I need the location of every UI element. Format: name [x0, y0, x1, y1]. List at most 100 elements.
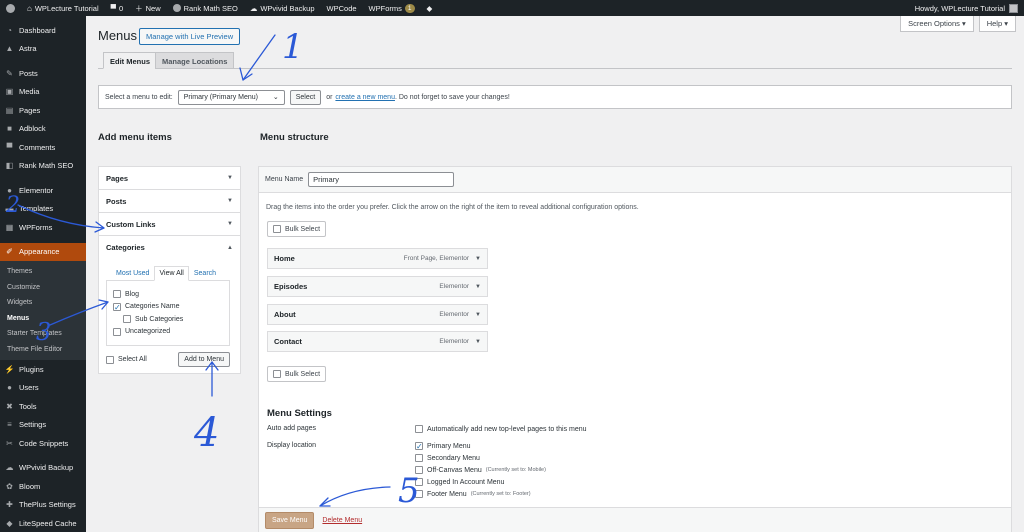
- accordion-posts[interactable]: Posts ▼: [99, 190, 240, 213]
- delete-menu-link[interactable]: Delete Menu: [322, 517, 362, 524]
- help-button[interactable]: Help ▾: [978, 16, 1016, 32]
- sidebar-item-dashboard[interactable]: ◔ Dashboard: [0, 21, 86, 40]
- submenu-theme-file-editor[interactable]: Theme File Editor: [0, 342, 86, 358]
- tab-edit-menus[interactable]: Edit Menus: [103, 52, 158, 69]
- triangle-down-icon[interactable]: ▼: [475, 256, 481, 262]
- menu-item-episodes[interactable]: Episodes Elementor ▼: [267, 276, 488, 297]
- tab-search[interactable]: Search: [189, 266, 221, 281]
- wordpress-logo-icon[interactable]: [0, 0, 21, 16]
- category-uncategorized[interactable]: Uncategorized: [113, 326, 223, 339]
- folder-icon: ▬: [5, 204, 14, 214]
- location-footer[interactable]: Footer Menu (Currently set to: Footer): [415, 490, 531, 498]
- checkbox[interactable]: [415, 478, 423, 486]
- bulk-select-top[interactable]: Bulk Select: [267, 221, 327, 237]
- adminbar-home-icon[interactable]: ⌂ WPLecture Tutorial: [21, 0, 105, 16]
- sidebar-item-wpforms[interactable]: ▦ WPForms: [0, 218, 86, 237]
- submenu-widgets[interactable]: Widgets: [0, 295, 86, 311]
- select-all-toggle[interactable]: Select All: [106, 353, 147, 366]
- checkbox[interactable]: [415, 466, 423, 474]
- live-preview-button[interactable]: Manage with Live Preview: [139, 28, 241, 45]
- checkbox[interactable]: [273, 370, 281, 378]
- checkbox[interactable]: [123, 315, 131, 324]
- select-button[interactable]: Select: [289, 89, 322, 105]
- triangle-down-icon[interactable]: ▼: [475, 339, 481, 345]
- accordion-pages[interactable]: Pages ▼: [99, 167, 240, 190]
- triangle-down-icon[interactable]: ▼: [475, 284, 481, 290]
- adminbar-new[interactable]: ＋ New: [129, 0, 167, 16]
- menu-item-about[interactable]: About Elementor ▼: [267, 304, 488, 325]
- adminbar-wpvivid[interactable]: ☁ WPvivid Backup: [244, 0, 321, 16]
- category-sub-categories[interactable]: Sub Categories: [113, 313, 223, 326]
- submenu-menus[interactable]: Menus: [0, 311, 86, 327]
- sidebar-item-theplus[interactable]: ✚ ThePlus Settings: [0, 496, 86, 515]
- diamond-icon[interactable]: ◆: [421, 0, 439, 16]
- checkbox[interactable]: [415, 454, 423, 462]
- menu-item-home[interactable]: Home Front Page, Elementor ▼: [267, 248, 488, 269]
- sidebar-item-litespeed[interactable]: ◆ LiteSpeed Cache: [0, 514, 86, 532]
- sidebar-item-templates[interactable]: ▬ Templates: [0, 200, 86, 219]
- location-off-canvas[interactable]: Off-Canvas Menu (Currently set to: Mobile…: [415, 466, 546, 474]
- location-primary[interactable]: ✓ Primary Menu: [415, 442, 471, 451]
- triangle-down-icon[interactable]: ▼: [475, 312, 481, 318]
- adminbar-comments[interactable]: ▀ 0: [105, 0, 130, 16]
- checkbox[interactable]: [273, 225, 281, 233]
- add-to-menu-button[interactable]: Add to Menu: [178, 352, 230, 367]
- submenu-customize[interactable]: Customize: [0, 280, 86, 296]
- accordion-categories[interactable]: Categories ▲: [99, 236, 240, 259]
- menu-item-contact[interactable]: Contact Elementor ▼: [267, 331, 488, 352]
- category-categories-name[interactable]: ✓ Categories Name: [113, 301, 223, 314]
- sidebar-item-rankmath[interactable]: ◧ Rank Math SEO: [0, 157, 86, 176]
- sidebar-item-appearance[interactable]: ✐ Appearance: [0, 242, 86, 261]
- menu-select-dropdown[interactable]: Primary (Primary Menu) ⌄: [177, 89, 285, 105]
- sidebar-item-comments[interactable]: ▀ Comments: [0, 138, 86, 157]
- checkbox[interactable]: [113, 290, 121, 299]
- sidebar-item-adblock[interactable]: ■ Adblock: [0, 120, 86, 139]
- tab-most-used[interactable]: Most Used: [111, 266, 154, 281]
- checkbox[interactable]: [113, 327, 121, 336]
- triangle-down-icon: ▼: [227, 175, 233, 181]
- screen-options-button[interactable]: Screen Options ▾: [900, 16, 974, 32]
- menu-name-input[interactable]: [308, 172, 455, 187]
- sidebar-item-wpvivid[interactable]: ☁ WPvivid Backup: [0, 459, 86, 478]
- sidebar-item-tools[interactable]: ✖ Tools: [0, 397, 86, 416]
- adminbar-wpforms[interactable]: WPForms 1: [363, 0, 421, 16]
- checkbox[interactable]: [106, 355, 114, 364]
- checkbox-checked[interactable]: ✓: [415, 442, 423, 451]
- auto-add-option[interactable]: Automatically add new top-level pages to…: [415, 425, 587, 433]
- location-logged-in-account[interactable]: Logged In Account Menu: [415, 478, 504, 486]
- adminbar-wpcode[interactable]: WPCode: [321, 0, 363, 16]
- accordion-custom-links[interactable]: Custom Links ▼: [99, 213, 240, 236]
- comment-icon: ▀: [110, 3, 116, 13]
- sidebar-item-settings[interactable]: ≡ Settings: [0, 416, 86, 435]
- add-menu-items-panel: Pages ▼ Posts ▼ Custom Links ▼ Categories ▲ …: [98, 166, 241, 374]
- sidebar-item-pages[interactable]: ▤ Pages: [0, 101, 86, 120]
- category-blog[interactable]: Blog: [113, 288, 223, 301]
- site-name-link[interactable]: WPLecture Tutorial: [35, 4, 99, 13]
- submenu-starter-templates[interactable]: Starter Templates: [0, 326, 86, 342]
- adminbar-rankmath[interactable]: Rank Math SEO: [167, 0, 244, 16]
- checkbox-checked[interactable]: ✓: [113, 302, 121, 311]
- submenu-themes[interactable]: Themes: [0, 264, 86, 280]
- checkbox[interactable]: [415, 490, 423, 498]
- tab-manage-locations[interactable]: Manage Locations: [155, 52, 235, 69]
- adminbar-account[interactable]: Howdy, WPLecture Tutorial: [915, 3, 1024, 13]
- bulk-select-bottom[interactable]: Bulk Select: [267, 366, 327, 382]
- cloud-icon: ☁: [5, 463, 14, 473]
- brush-icon: ✐: [6, 247, 13, 257]
- code-icon: ✂: [6, 438, 13, 448]
- sidebar-item-users[interactable]: ● Users: [0, 379, 86, 398]
- sidebar-item-media[interactable]: ▣ Media: [0, 83, 86, 102]
- sidebar-item-bloom[interactable]: ✿ Bloom: [0, 477, 86, 496]
- category-tabs: Most Used View All Search: [111, 266, 230, 281]
- sidebar-item-code-snippets[interactable]: ✂ Code Snippets: [0, 434, 86, 453]
- checkbox[interactable]: [415, 425, 423, 433]
- location-secondary[interactable]: Secondary Menu: [415, 454, 480, 462]
- tab-view-all[interactable]: View All: [154, 266, 189, 281]
- sidebar-item-elementor[interactable]: ● Elementor: [0, 181, 86, 200]
- create-menu-link[interactable]: create a new menu: [335, 94, 395, 101]
- avatar: [1009, 3, 1018, 13]
- save-menu-button[interactable]: Save Menu: [265, 512, 315, 529]
- sidebar-item-astra[interactable]: ▲ Astra: [0, 40, 86, 59]
- sidebar-item-posts[interactable]: ✎ Posts: [0, 64, 86, 83]
- sidebar-item-plugins[interactable]: ⚡ Plugins: [0, 360, 86, 379]
